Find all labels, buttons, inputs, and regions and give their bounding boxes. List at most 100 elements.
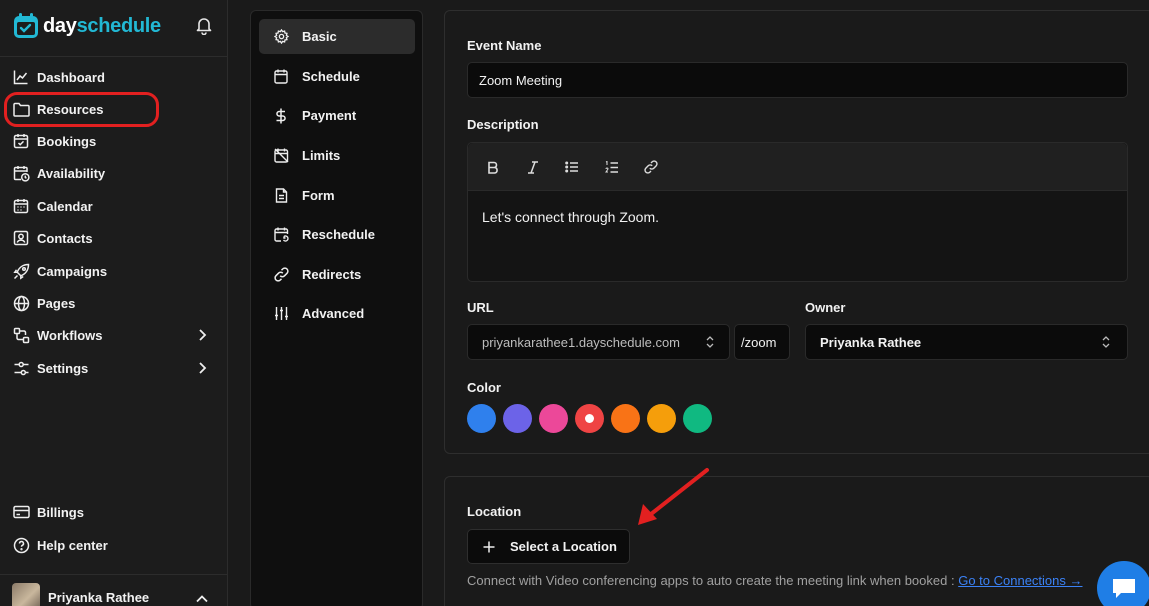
- link-icon: [273, 267, 289, 283]
- brand-logo[interactable]: dayschedule: [12, 11, 161, 41]
- sidebar-item-workflows[interactable]: Workflows: [0, 320, 228, 350]
- color-swatch-orange[interactable]: [611, 404, 640, 433]
- tab-limits[interactable]: Limits: [259, 138, 415, 173]
- calendar-clock-icon: [12, 164, 30, 182]
- color-label: Color: [467, 380, 501, 395]
- chevron-up-down-icon: [1102, 336, 1110, 348]
- chevron-right-icon: [199, 329, 207, 341]
- sidebar-item-pages[interactable]: Pages: [0, 288, 228, 318]
- location-label: Location: [467, 504, 522, 519]
- select-location-label: Select a Location: [510, 539, 617, 554]
- dollar-icon: [273, 108, 289, 124]
- globe-icon: [12, 294, 30, 312]
- chat-icon: [1113, 579, 1135, 598]
- tab-redirects[interactable]: Redirects: [259, 257, 415, 292]
- sidebar-item-contacts[interactable]: Contacts: [0, 223, 228, 253]
- select-location-button[interactable]: Select a Location: [467, 529, 630, 564]
- rocket-icon: [12, 262, 30, 280]
- contact-card-icon: [12, 229, 30, 247]
- location-help-text: Connect with Video conferencing apps to …: [467, 573, 1083, 588]
- calendar-logo-icon: [14, 13, 38, 38]
- chevron-up-down-icon: [706, 336, 714, 348]
- tab-schedule[interactable]: Schedule: [259, 59, 415, 94]
- sidebar-item-label: Campaigns: [37, 263, 108, 279]
- app-root: dayschedule Dashboard Resources Bookings…: [0, 0, 1149, 606]
- sidebar-item-settings[interactable]: Settings: [0, 353, 228, 383]
- annotation-arrow-icon: [638, 468, 709, 525]
- tab-label: Schedule: [302, 69, 360, 84]
- location-card: Location Select a Location Connect with …: [444, 476, 1149, 606]
- help-circle-icon: [12, 536, 30, 554]
- annotation-highlight-circle: [4, 92, 159, 127]
- sidebar-item-label: Help center: [37, 537, 108, 553]
- sidebar-item-label: Pages: [37, 295, 76, 311]
- event-settings-tabs: Basic Schedule Payment Limits Form Resch…: [250, 10, 423, 606]
- description-editor[interactable]: Let's connect through Zoom.: [467, 142, 1128, 282]
- avatar: [12, 583, 40, 606]
- url-slug-input[interactable]: /zoom: [734, 324, 790, 360]
- bold-icon[interactable]: [484, 158, 502, 176]
- user-name: Priyanka Rathee: [48, 589, 150, 605]
- bell-icon[interactable]: [194, 15, 214, 35]
- sidebar-divider: [0, 56, 228, 57]
- url-domain-value: priyankarathee1.dayschedule.com: [482, 334, 681, 350]
- calendar-check-icon: [12, 132, 30, 150]
- sidebar-item-label: Availability: [37, 165, 106, 181]
- sidebar-item-label: Contacts: [37, 230, 93, 246]
- editor-toolbar: [468, 143, 1127, 191]
- tab-label: Basic: [302, 29, 337, 44]
- color-swatch-indigo[interactable]: [503, 404, 532, 433]
- chat-support-button[interactable]: [1097, 561, 1149, 606]
- numbered-list-icon[interactable]: [603, 158, 621, 176]
- url-label: URL: [467, 300, 494, 315]
- owner-label: Owner: [805, 300, 846, 315]
- plus-icon: [483, 541, 495, 552]
- sidebar: dayschedule Dashboard Resources Bookings…: [0, 0, 228, 606]
- italic-icon[interactable]: [524, 158, 542, 176]
- bullet-list-icon[interactable]: [563, 158, 581, 176]
- chevron-up-icon: [196, 595, 208, 603]
- color-swatch-pink[interactable]: [539, 404, 568, 433]
- tab-label: Redirects: [302, 267, 362, 282]
- color-swatch-red-selected[interactable]: [575, 404, 604, 433]
- basic-settings-card: Event Name Zoom Meeting Description Let'…: [444, 10, 1149, 454]
- url-domain-select[interactable]: priyankarathee1.dayschedule.com: [467, 324, 730, 360]
- go-to-connections-link[interactable]: Go to Connections →: [958, 573, 1082, 588]
- color-swatch-green[interactable]: [683, 404, 712, 433]
- sidebar-item-calendar[interactable]: Calendar: [0, 191, 228, 221]
- brand-name: dayschedule: [43, 14, 161, 37]
- sidebar-divider: [0, 574, 228, 575]
- sliders-vertical-icon: [273, 306, 289, 322]
- event-name-input[interactable]: Zoom Meeting: [467, 62, 1128, 98]
- tab-form[interactable]: Form: [259, 178, 415, 213]
- calendar-repeat-icon: [273, 227, 289, 243]
- sidebar-item-availability[interactable]: Availability: [0, 158, 228, 188]
- link-icon[interactable]: [642, 158, 660, 176]
- gear-icon: [273, 29, 289, 45]
- sidebar-item-billings[interactable]: Billings: [0, 497, 228, 527]
- tab-label: Reschedule: [302, 227, 375, 242]
- tab-advanced[interactable]: Advanced: [259, 296, 415, 331]
- sidebar-item-bookings[interactable]: Bookings: [0, 126, 228, 156]
- sidebar-item-label: Settings: [37, 360, 89, 376]
- tab-payment[interactable]: Payment: [259, 98, 415, 133]
- tab-reschedule[interactable]: Reschedule: [259, 217, 415, 252]
- sidebar-item-label: Bookings: [37, 133, 97, 149]
- sliders-icon: [12, 359, 30, 377]
- sidebar-item-help-center[interactable]: Help center: [0, 530, 228, 560]
- color-swatch-amber[interactable]: [647, 404, 676, 433]
- credit-card-icon: [12, 503, 30, 521]
- owner-select[interactable]: Priyanka Rathee: [805, 324, 1128, 360]
- description-text: Let's connect through Zoom.: [482, 209, 659, 225]
- sidebar-item-dashboard[interactable]: Dashboard: [0, 62, 228, 92]
- tab-basic[interactable]: Basic: [259, 19, 415, 54]
- user-menu[interactable]: Priyanka Rathee: [12, 583, 222, 606]
- sidebar-item-label: Workflows: [37, 327, 103, 343]
- sidebar-item-label: Dashboard: [37, 69, 105, 85]
- calendar-off-icon: [273, 148, 289, 164]
- color-swatch-blue[interactable]: [467, 404, 496, 433]
- sidebar-item-campaigns[interactable]: Campaigns: [0, 256, 228, 286]
- tab-label: Advanced: [302, 306, 365, 321]
- tab-label: Payment: [302, 108, 357, 123]
- sidebar-item-label: Calendar: [37, 198, 93, 214]
